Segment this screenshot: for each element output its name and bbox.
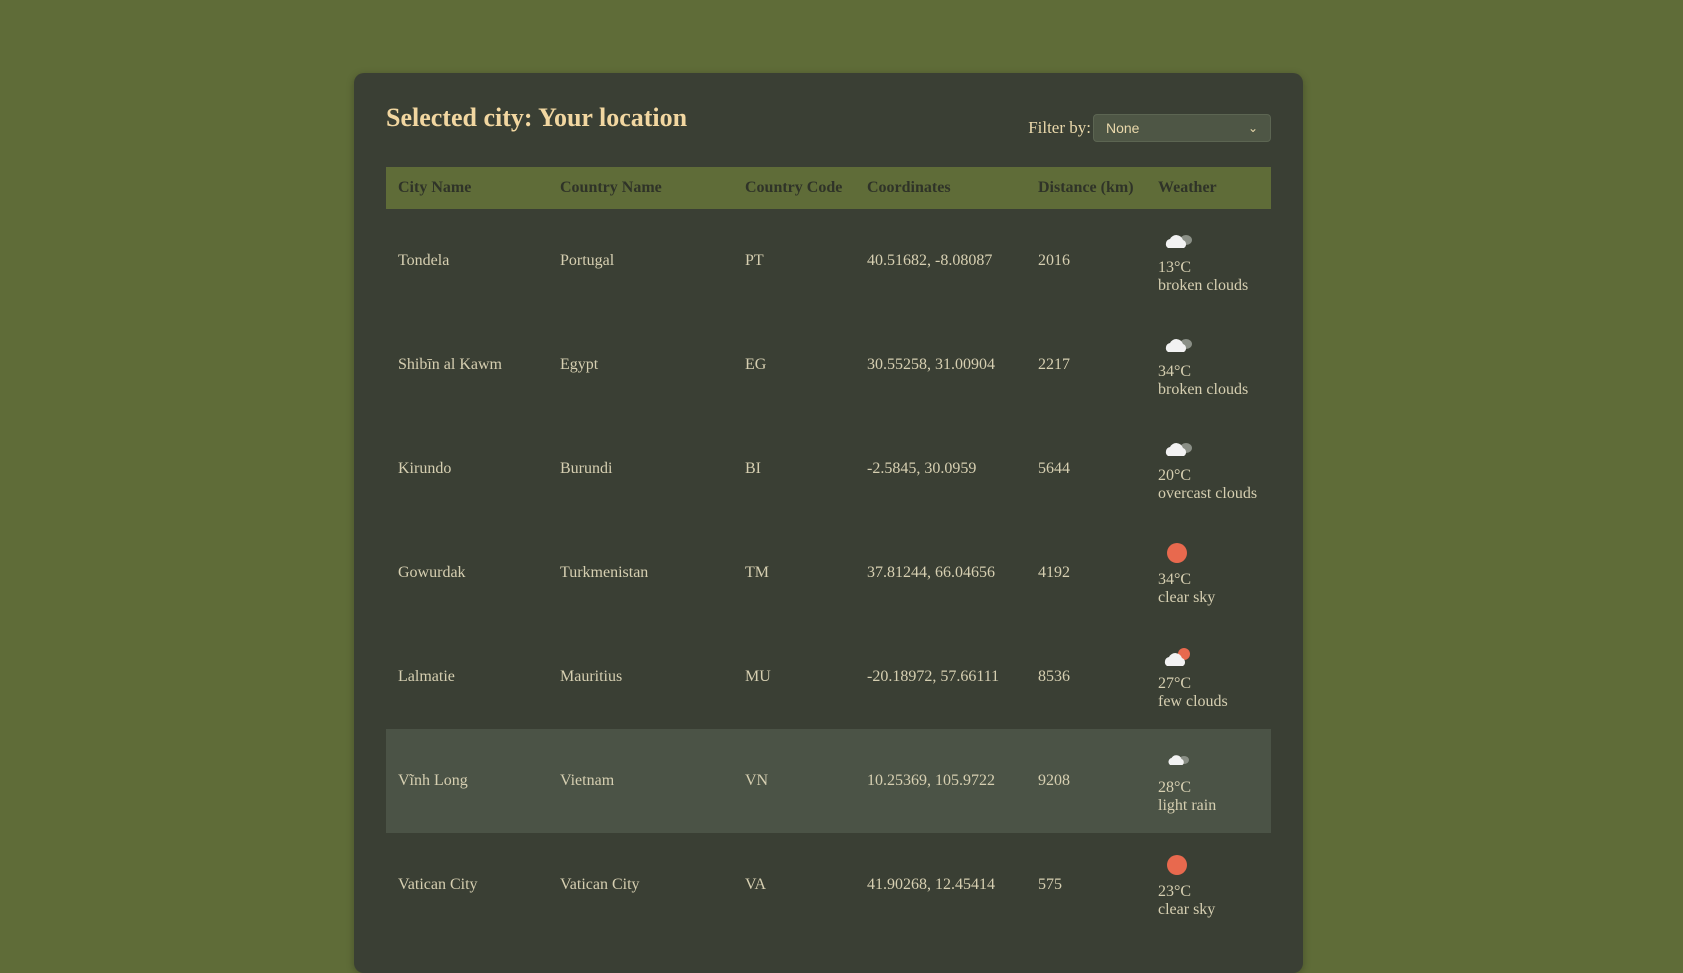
table-body: Tondela Portugal PT 40.51682, -8.08087 2016 1… bbox=[386, 209, 1271, 937]
country-cell: Vietnam bbox=[548, 729, 733, 833]
column-header-coordinates[interactable]: Coordinates bbox=[855, 167, 1026, 209]
filter-select[interactable]: None ⌄ bbox=[1093, 114, 1271, 142]
weather-description: broken clouds bbox=[1158, 381, 1249, 398]
weather-description: overcast clouds bbox=[1158, 485, 1258, 502]
coordinates-cell: 10.25369, 105.9722 bbox=[855, 729, 1026, 833]
weather-temperature: 27°C bbox=[1158, 675, 1192, 692]
city-cell: Lalmatie bbox=[398, 668, 455, 685]
weather-description: few clouds bbox=[1158, 693, 1228, 710]
column-header-distance[interactable]: Distance (km) bbox=[1026, 167, 1146, 209]
coordinates-cell: 30.55258, 31.00904 bbox=[867, 356, 995, 373]
city-table: City Name Country Name Country Code Coor… bbox=[386, 167, 1271, 937]
chevron-down-icon: ⌄ bbox=[1247, 121, 1258, 135]
table-row[interactable]: Vatican City Vatican City VA 41.90268, 12.4… bbox=[386, 833, 1271, 937]
country-code-cell: VN bbox=[733, 729, 855, 833]
weather-temperature: 28°C bbox=[1158, 779, 1192, 796]
city-cell: Vatican City bbox=[398, 876, 478, 893]
coordinates-cell: 40.51682, -8.08087 bbox=[867, 252, 993, 269]
country-code-cell: MU bbox=[745, 668, 771, 685]
table-row[interactable]: Gowurdak Turkmenistan TM 37.81244, 66.04656… bbox=[386, 521, 1271, 625]
column-header-code[interactable]: Country Code bbox=[733, 167, 855, 209]
broken-clouds-icon bbox=[1158, 227, 1198, 255]
weather-cell: 13°C broken clouds bbox=[1146, 209, 1271, 313]
coordinates-cell: 41.90268, 12.45414 bbox=[867, 876, 995, 893]
country-code-cell: BI bbox=[745, 460, 761, 477]
country-code-cell: VA bbox=[745, 876, 767, 893]
country-cell: Egypt bbox=[560, 356, 599, 373]
weather-description: broken clouds bbox=[1158, 277, 1249, 294]
clear-sky-icon bbox=[1158, 851, 1198, 879]
country-code-cell: PT bbox=[745, 252, 764, 269]
country-cell: Burundi bbox=[560, 460, 613, 477]
city-cell: Tondela bbox=[398, 252, 450, 269]
country-cell: Portugal bbox=[560, 252, 615, 269]
table-row[interactable]: Tondela Portugal PT 40.51682, -8.08087 2016 1… bbox=[386, 209, 1271, 313]
clear-sky-icon bbox=[1158, 539, 1198, 567]
distance-cell: 5644 bbox=[1038, 460, 1070, 477]
coordinates-cell: 37.81244, 66.04656 bbox=[867, 564, 995, 581]
weather-temperature: 34°C bbox=[1158, 571, 1192, 588]
weather-cell: 28°C light rain bbox=[1146, 729, 1271, 833]
country-code-cell: EG bbox=[745, 356, 767, 373]
table-header-row: City Name Country Name Country Code Coor… bbox=[386, 167, 1271, 209]
weather-description: clear sky bbox=[1158, 901, 1216, 918]
country-code-cell: TM bbox=[745, 564, 769, 581]
city-cell: Vĩnh Long bbox=[386, 729, 548, 833]
coordinates-cell: -2.5845, 30.0959 bbox=[867, 460, 977, 477]
distance-cell: 8536 bbox=[1038, 668, 1070, 685]
weather-description: clear sky bbox=[1158, 589, 1216, 606]
distance-cell: 2217 bbox=[1038, 356, 1070, 373]
weather-description: light rain bbox=[1158, 797, 1217, 814]
table-row[interactable]: Vĩnh Long Vietnam VN 10.25369, 105.9722 9208… bbox=[386, 729, 1271, 833]
city-cell: Shibīn al Kawm bbox=[398, 356, 502, 373]
weather-cell: 23°C clear sky bbox=[1146, 833, 1271, 937]
filter-group: Filter by: None ⌄ bbox=[1028, 114, 1271, 142]
weather-temperature: 20°C bbox=[1158, 467, 1192, 484]
weather-temperature: 13°C bbox=[1158, 259, 1192, 276]
overcast-clouds-icon bbox=[1158, 435, 1198, 463]
table-row[interactable]: Lalmatie Mauritius MU -20.18972, 57.66111 85… bbox=[386, 625, 1271, 729]
column-header-country[interactable]: Country Name bbox=[548, 167, 733, 209]
light-rain-icon bbox=[1158, 747, 1198, 775]
filter-label: Filter by: bbox=[1028, 118, 1091, 137]
weather-cell: 20°C overcast clouds bbox=[1146, 417, 1271, 521]
city-cell: Gowurdak bbox=[398, 564, 466, 581]
coordinates-cell: -20.18972, 57.66111 bbox=[867, 668, 1000, 685]
weather-cell: 27°C few clouds bbox=[1146, 625, 1271, 729]
distance-cell: 4192 bbox=[1038, 564, 1070, 581]
distance-cell: 575 bbox=[1038, 876, 1062, 893]
country-cell: Mauritius bbox=[560, 668, 623, 685]
weather-temperature: 23°C bbox=[1158, 883, 1192, 900]
weather-cell: 34°C clear sky bbox=[1146, 521, 1271, 625]
few-clouds-icon bbox=[1158, 643, 1198, 671]
table-row[interactable]: Kirundo Burundi BI -2.5845, 30.0959 5644 20°C… bbox=[386, 417, 1271, 521]
broken-clouds-icon bbox=[1158, 331, 1198, 359]
distance-cell: 9208 bbox=[1026, 729, 1146, 833]
city-cell: Kirundo bbox=[398, 460, 452, 477]
table-row[interactable]: Shibīn al Kawm Egypt EG 30.55258, 31.00904 2… bbox=[386, 313, 1271, 417]
column-header-weather[interactable]: Weather bbox=[1146, 167, 1271, 209]
weather-cell: 34°C broken clouds bbox=[1146, 313, 1271, 417]
distance-cell: 2016 bbox=[1038, 252, 1070, 269]
city-panel: Selected city: Your location Filter by: … bbox=[354, 73, 1303, 973]
country-cell: Turkmenistan bbox=[560, 564, 649, 581]
filter-value: None bbox=[1106, 120, 1140, 136]
country-cell: Vatican City bbox=[560, 876, 640, 893]
weather-temperature: 34°C bbox=[1158, 363, 1192, 380]
column-header-city[interactable]: City Name bbox=[386, 167, 548, 209]
page-title: Selected city: Your location bbox=[386, 103, 688, 132]
